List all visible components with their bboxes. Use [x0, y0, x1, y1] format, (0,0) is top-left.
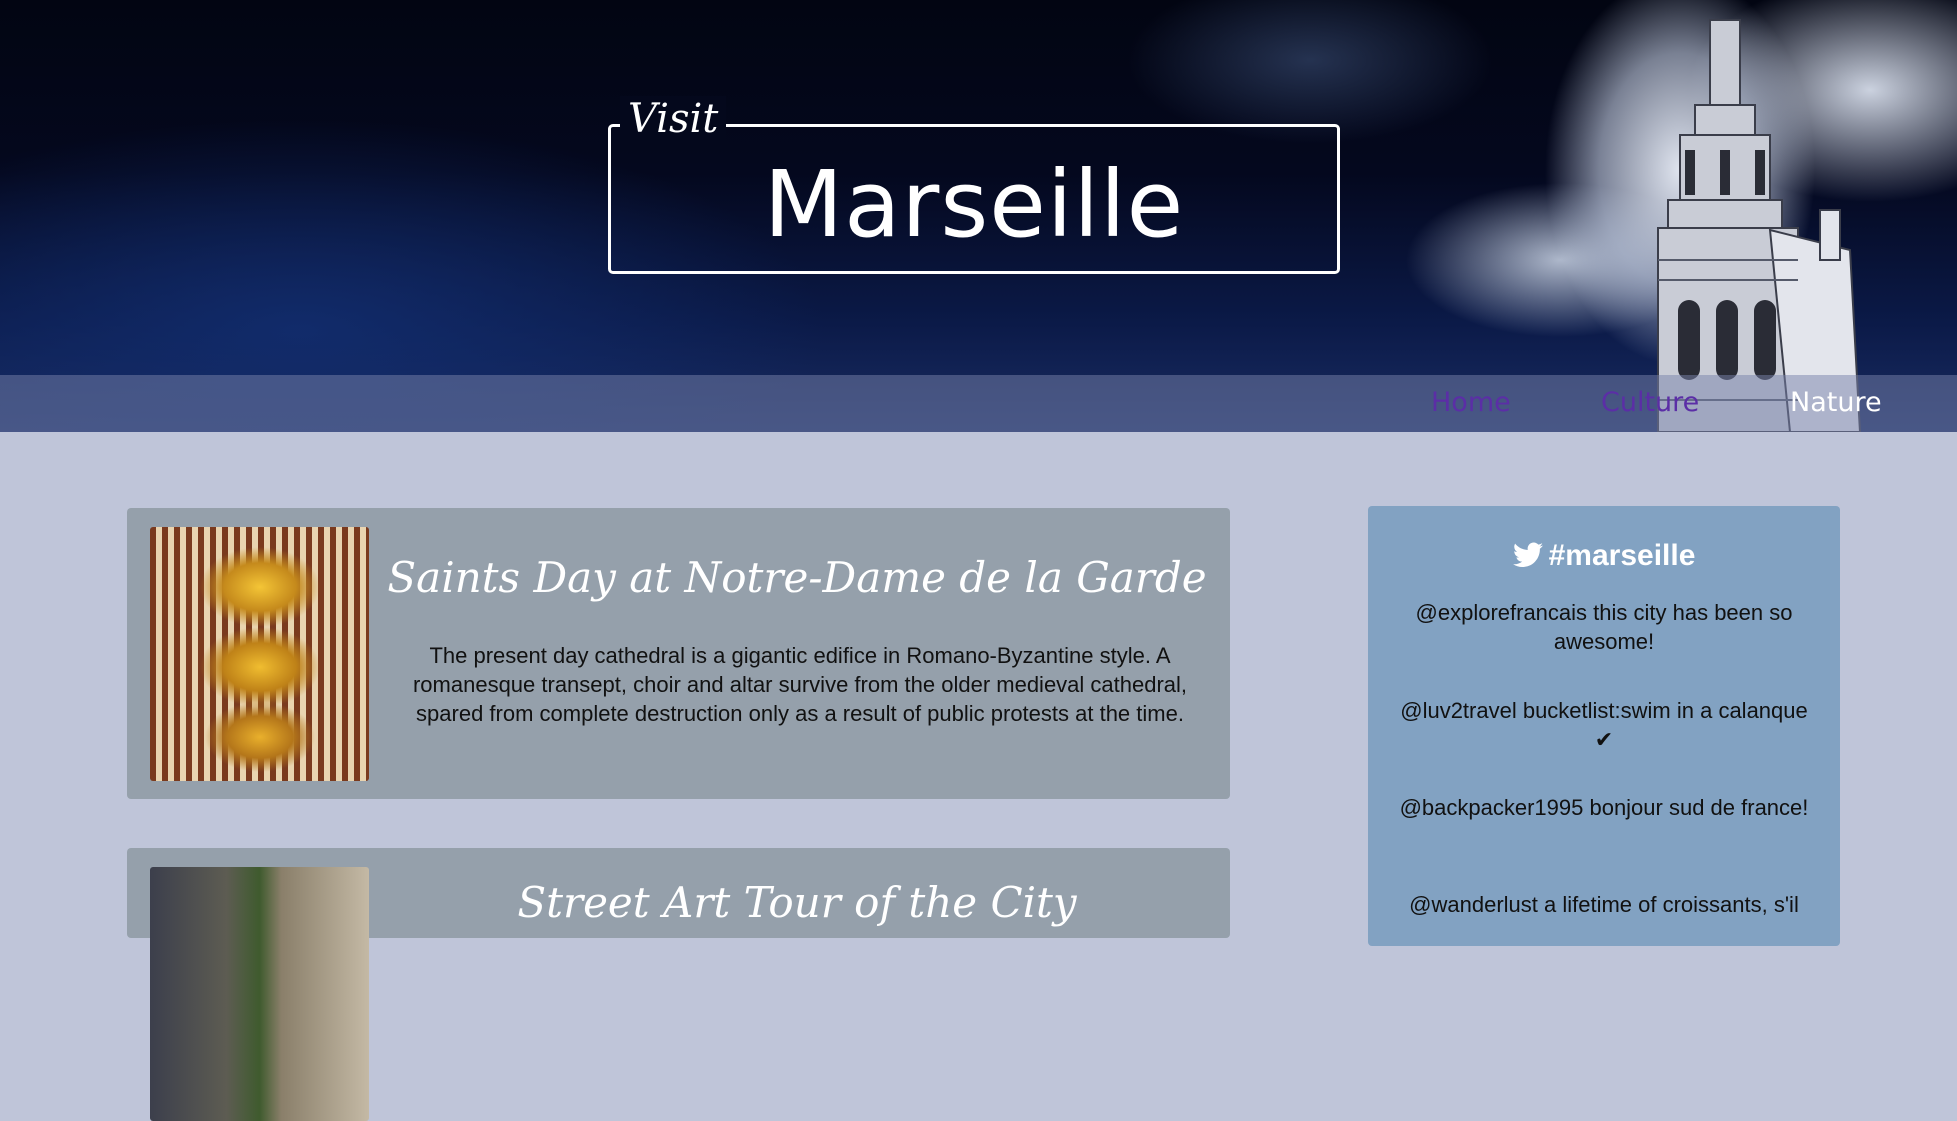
article-text: The present day cathedral is a gigantic … — [412, 643, 1188, 726]
twitter-feed-panel: #marseille @explorefrancais this city ha… — [1368, 506, 1840, 946]
article-card: Saints Day at Notre-Dame de la Garde The… — [127, 508, 1230, 799]
twitter-header: #marseille — [1368, 538, 1840, 574]
tweet: @wanderlust a lifetime of croissants, s'… — [1409, 892, 1799, 917]
article-card: Street Art Tour of the City — [127, 848, 1230, 1121]
nav-nature-link[interactable]: Nature — [1790, 387, 1882, 419]
notre-dame-tower-image — [1657, 19, 1862, 432]
twitter-bird-icon — [1512, 542, 1543, 567]
nav-bar: Home Culture Nature — [0, 375, 1957, 432]
tweet: @luv2travel bucketlist:swim in a calanqu… — [1400, 698, 1808, 752]
tweet: @backpacker1995 bonjour sud de france! — [1399, 795, 1809, 820]
tweet: @explorefrancais this city has been so a… — [1415, 600, 1793, 654]
page-title: Marseille — [763, 151, 1185, 258]
article-title: Saints Day at Notre-Dame de la Garde — [387, 553, 1207, 602]
cathedral-dome-image — [150, 527, 369, 781]
twitter-hashtag: #marseille — [1548, 539, 1696, 572]
visit-label: Visit — [620, 96, 727, 142]
nav-culture-link[interactable]: Culture — [1601, 387, 1699, 419]
nav-home-link[interactable]: Home — [1431, 387, 1511, 419]
hero-banner: Visit Marseille Home Culture Nature — [0, 0, 1957, 432]
street-art-image — [150, 867, 369, 1121]
